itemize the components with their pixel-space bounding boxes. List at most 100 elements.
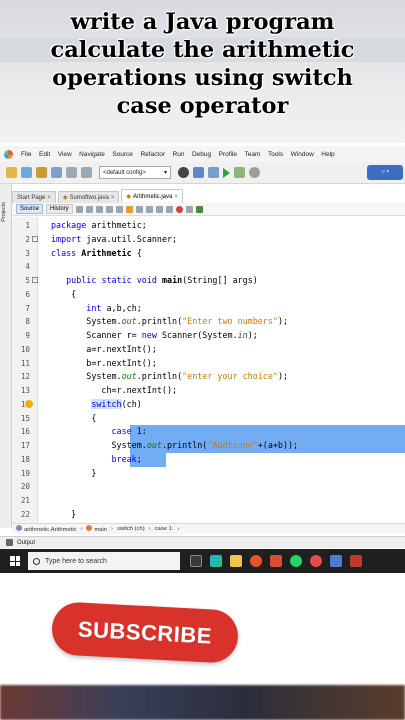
menu-run[interactable]: Run xyxy=(173,151,185,158)
debug-icon[interactable] xyxy=(234,167,245,178)
shift-left-icon[interactable] xyxy=(135,205,143,213)
windows-start-icon[interactable] xyxy=(10,556,20,566)
new-file-icon[interactable] xyxy=(21,167,32,178)
menu-navigate[interactable]: Navigate xyxy=(79,151,105,158)
menu-team[interactable]: Team xyxy=(245,151,261,158)
code-line[interactable]: 21 xyxy=(12,494,405,508)
stop-macro-icon[interactable] xyxy=(185,205,193,213)
code-line[interactable]: 7 int a,b,ch; xyxy=(12,302,405,316)
app-icon[interactable] xyxy=(330,555,342,567)
code-line[interactable]: 2- import java.util.Scanner; xyxy=(12,233,405,247)
fold-toggle-icon[interactable]: - xyxy=(32,277,38,283)
menu-file[interactable]: File xyxy=(21,151,31,158)
file-explorer-icon[interactable] xyxy=(230,555,242,567)
breadcrumb-class[interactable]: arithmetic.Arithmetic xyxy=(16,525,77,533)
toggle-highlight-icon[interactable] xyxy=(125,205,133,213)
code-line[interactable]: 4 xyxy=(12,260,405,274)
run-icon[interactable] xyxy=(223,167,230,178)
code-line[interactable]: 22 } xyxy=(12,508,405,522)
code-line[interactable]: 5- public static void main(String[] args… xyxy=(12,274,405,288)
output-panel-tab[interactable]: Output xyxy=(0,536,405,548)
code-line[interactable]: 17 System.out.println("Addtion="+(a+b)); xyxy=(12,439,405,453)
code-line[interactable]: 20 xyxy=(12,480,405,494)
menu-edit[interactable]: Edit xyxy=(39,151,50,158)
comment-icon[interactable] xyxy=(155,205,163,213)
breadcrumb-method[interactable]: main xyxy=(86,525,107,533)
code-text: package arithmetic; xyxy=(51,220,147,230)
record-macro-icon[interactable] xyxy=(175,205,183,213)
menu-profile[interactable]: Profile xyxy=(219,151,237,158)
code-line[interactable]: 19 } xyxy=(12,467,405,481)
code-line[interactable]: 6 { xyxy=(12,288,405,302)
settings-icon[interactable] xyxy=(178,167,189,178)
menu-window[interactable]: Window xyxy=(291,151,314,158)
code-line[interactable]: 1 package arithmetic; xyxy=(12,219,405,233)
profile-icon[interactable] xyxy=(249,167,260,178)
java-file-icon: ◆ xyxy=(62,195,68,201)
whatsapp-icon[interactable] xyxy=(290,555,302,567)
code-line[interactable]: 12 System.out.println("enter your choice… xyxy=(12,370,405,384)
shift-right-icon[interactable] xyxy=(145,205,153,213)
office-icon[interactable] xyxy=(270,555,282,567)
code-line[interactable]: 9 Scanner r= new Scanner(System.in); xyxy=(12,329,405,343)
code-line[interactable]: 11 b=r.nextInt(); xyxy=(12,357,405,371)
close-icon[interactable]: × xyxy=(174,194,178,200)
close-icon[interactable]: × xyxy=(111,195,115,201)
redo-icon[interactable] xyxy=(81,167,92,178)
tab-arithmetic[interactable]: ◆ Arithmetic.java × xyxy=(121,189,183,203)
config-select[interactable]: <default config> ▾ xyxy=(99,166,171,179)
menu-view[interactable]: View xyxy=(58,151,72,158)
build-hammer-icon[interactable] xyxy=(193,167,204,178)
line-number: 16 xyxy=(20,427,30,437)
code-line[interactable]: 3 class Arithmetic { xyxy=(12,247,405,261)
new-project-icon[interactable] xyxy=(6,167,17,178)
back-icon[interactable] xyxy=(75,205,83,213)
find-icon[interactable] xyxy=(95,205,103,213)
code-line[interactable]: 16 case 1: xyxy=(12,425,405,439)
search-box-icon[interactable]: ⌕ ▸ xyxy=(367,165,403,180)
menu-refactor[interactable]: Refactor xyxy=(140,151,165,158)
code-line[interactable]: 10 a=r.nextInt(); xyxy=(12,343,405,357)
taskbar-search-input[interactable]: Type here to search xyxy=(28,552,180,570)
clean-build-icon[interactable] xyxy=(208,167,219,178)
prev-occurrence-icon[interactable] xyxy=(105,205,113,213)
projects-rail[interactable]: Projects xyxy=(0,184,12,528)
code-editor[interactable]: 1 package arithmetic; 2- import java.util.S… xyxy=(12,217,405,523)
next-occurrence-icon[interactable] xyxy=(115,205,123,213)
diff-icon[interactable] xyxy=(195,205,203,213)
ide-window: File Edit View Navigate Source Refactor … xyxy=(0,146,405,552)
open-project-icon[interactable] xyxy=(36,167,47,178)
undo-icon[interactable] xyxy=(66,167,77,178)
menu-debug[interactable]: Debug xyxy=(192,151,211,158)
tab-start-page[interactable]: Start Page × xyxy=(12,191,56,203)
menu-source[interactable]: Source xyxy=(112,151,133,158)
close-icon[interactable]: × xyxy=(47,195,51,201)
edge-browser-icon[interactable] xyxy=(210,555,222,567)
media-app-icon[interactable] xyxy=(350,555,362,567)
menu-help[interactable]: Help xyxy=(321,151,334,158)
forward-icon[interactable] xyxy=(85,205,93,213)
firefox-icon[interactable] xyxy=(250,555,262,567)
code-text: switch(ch) xyxy=(91,398,142,409)
hint-bulb-icon[interactable] xyxy=(25,399,33,408)
tab-sumoftwo[interactable]: ◆ Sumoftwo.java × xyxy=(57,191,120,203)
fold-toggle-icon[interactable]: - xyxy=(32,235,38,242)
history-view-tab[interactable]: History xyxy=(46,204,73,214)
code-line[interactable]: 13 ch=r.nextInt(); xyxy=(12,384,405,398)
title-area: write a Java program calculate the arith… xyxy=(0,0,405,143)
menu-tools[interactable]: Tools xyxy=(268,151,283,158)
windows-taskbar: Type here to search xyxy=(0,549,405,573)
save-all-icon[interactable] xyxy=(51,167,62,178)
breadcrumb-case[interactable]: case 1: xyxy=(155,526,174,532)
breadcrumb-switch[interactable]: switch (ch) xyxy=(117,526,145,532)
line-number: 11 xyxy=(20,358,30,368)
task-view-icon[interactable] xyxy=(190,555,202,567)
code-line[interactable]: 8 System.out.println("Enter two numbers"… xyxy=(12,315,405,329)
chrome-icon[interactable] xyxy=(310,555,322,567)
code-line[interactable]: 18 break; xyxy=(12,453,405,467)
code-line[interactable]: 14 switch(ch) xyxy=(12,398,405,412)
source-view-tab[interactable]: Source xyxy=(16,204,44,214)
subscribe-button[interactable]: SUBSCRIBE xyxy=(50,601,240,664)
uncomment-icon[interactable] xyxy=(165,205,173,213)
code-line[interactable]: 15 { xyxy=(12,412,405,426)
